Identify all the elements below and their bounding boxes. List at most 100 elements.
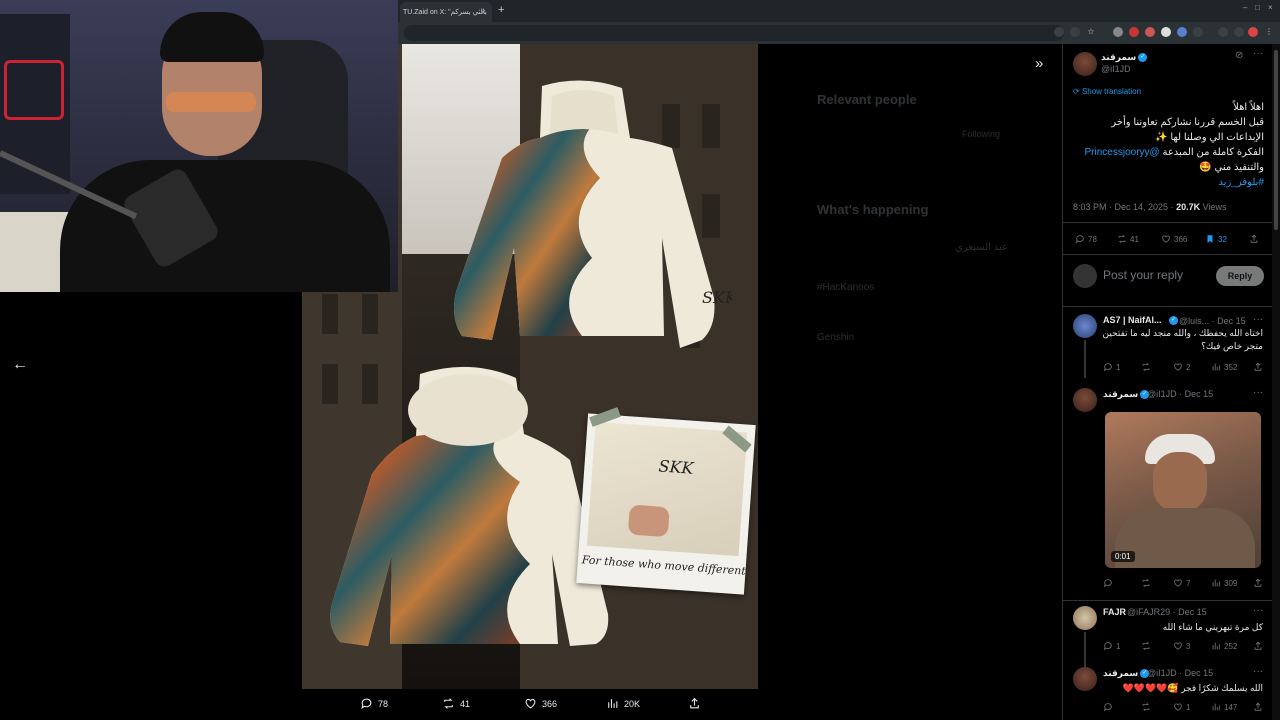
reply-video[interactable]: 0:01 (1105, 412, 1261, 568)
hoodie-person (60, 160, 390, 292)
maximize-icon[interactable]: □ (1255, 3, 1260, 12)
reply-input[interactable]: Post your reply (1103, 268, 1183, 282)
repost-action[interactable]: 41 (442, 697, 470, 710)
share-stat[interactable] (1253, 641, 1263, 651)
reply-stat[interactable]: 1 (1103, 641, 1120, 651)
views-stat[interactable]: 252 (1211, 641, 1237, 651)
extension-icon[interactable] (1113, 27, 1123, 37)
reply-author[interactable]: AS7 | NaifAl... (1103, 315, 1162, 325)
puzzle-icon[interactable] (1193, 27, 1203, 37)
close-tab-icon[interactable]: × (481, 7, 486, 17)
browser-tab[interactable]: TU.Zaid on X: "بالثي بسركم × (400, 2, 492, 22)
share-stat[interactable] (1253, 362, 1263, 372)
reply-stat[interactable] (1103, 578, 1113, 588)
like-action[interactable]: 366 (524, 697, 557, 710)
repost-stat[interactable] (1141, 702, 1151, 712)
reply-avatar[interactable] (1073, 388, 1097, 412)
close-window-icon[interactable]: × (1268, 3, 1273, 12)
relevant-people-heading: Relevant people (817, 92, 917, 107)
like-stat[interactable]: 7 (1173, 578, 1190, 588)
views-stat-count: 309 (1224, 578, 1238, 588)
tweet-timestamp[interactable]: 8:03 PM · Dec 14, 2025 · (1073, 202, 1176, 212)
tweet-line: الإبداعات الي وصلنا لها ✨ (1155, 132, 1264, 143)
reply-handle[interactable]: @iI1JD · Dec 15 (1147, 668, 1213, 678)
thread-line (1084, 632, 1086, 668)
reply-stat[interactable]: 1 (1103, 362, 1120, 372)
grok-icon[interactable]: ⊘ (1235, 50, 1243, 61)
hashtag-link[interactable]: #بلوفر_زيد (1071, 175, 1264, 190)
following-button[interactable]: Following (962, 129, 1000, 139)
reply-handle-text: @iI1JD (1147, 389, 1177, 399)
views-stat[interactable]: 352 (1211, 362, 1237, 372)
like-stat[interactable]: 1 (1173, 702, 1190, 712)
repost-stat[interactable] (1141, 362, 1151, 372)
reply-author[interactable]: FAJR (1103, 607, 1126, 617)
share-icon (1254, 362, 1262, 371)
reply-handle[interactable]: @iI1JD · Dec 15 (1147, 389, 1213, 399)
browser-tab-bar: TU.Zaid on X: "بالثي بسركم × + – □ × (398, 0, 1280, 22)
cast-icon[interactable] (1054, 27, 1064, 37)
bookmark-stat[interactable]: 32 (1205, 234, 1227, 244)
reply-icon (1104, 363, 1112, 372)
views-stat[interactable]: 147 (1211, 702, 1237, 712)
downloads-icon[interactable] (1218, 27, 1228, 37)
like-stat[interactable]: 366 (1161, 234, 1187, 244)
heart-icon (1174, 579, 1182, 587)
more-options-icon[interactable]: ··· (1253, 666, 1263, 677)
mention-link[interactable]: @Princessjooryy (1085, 147, 1160, 158)
more-options-icon[interactable]: ··· (1253, 387, 1263, 398)
reply-button[interactable]: Reply (1216, 266, 1264, 286)
share-stat[interactable] (1249, 234, 1259, 244)
repost-stat[interactable] (1141, 578, 1151, 588)
reply-author[interactable]: سمرقند ✓ (1103, 668, 1151, 679)
extension-icon[interactable] (1177, 27, 1187, 37)
extension-icon[interactable] (1161, 27, 1171, 37)
trend-item[interactable]: Genshin (817, 332, 854, 343)
back-arrow-icon[interactable]: ← (12, 356, 28, 374)
profile-avatar[interactable] (1248, 27, 1258, 37)
show-translation-text: Show translation (1081, 87, 1142, 96)
minimize-icon[interactable]: – (1243, 3, 1247, 12)
star-icon[interactable]: ☆ (1086, 27, 1096, 37)
share-action[interactable] (688, 697, 701, 710)
divider (1063, 254, 1273, 255)
extension-icon[interactable] (1145, 27, 1155, 37)
more-options-icon[interactable]: ··· (1253, 48, 1263, 59)
more-options-icon[interactable]: ··· (1253, 605, 1263, 616)
reply-avatar[interactable] (1073, 667, 1097, 691)
views-action[interactable]: 20K (606, 697, 640, 710)
share-stat[interactable] (1253, 702, 1263, 712)
share-stat[interactable] (1253, 578, 1263, 588)
menu-icon[interactable]: ⋮ (1264, 27, 1274, 37)
reply-author[interactable]: سمرقند ✓ (1103, 389, 1151, 400)
author-avatar[interactable] (1073, 52, 1097, 76)
address-bar[interactable] (404, 25, 1064, 41)
polaroid-card: SKK For those who move different (576, 413, 756, 595)
author-handle[interactable]: @iI1JD (1101, 64, 1131, 74)
extension-icon[interactable] (1129, 27, 1139, 37)
scrollbar-thumb[interactable] (1274, 50, 1278, 230)
reply-action[interactable]: 78 (360, 697, 388, 710)
author-name[interactable]: سمرقند ✓ (1101, 52, 1149, 63)
more-options-icon[interactable]: ··· (1253, 314, 1263, 325)
trend-item[interactable]: #HacKanoos (817, 282, 874, 293)
reply-avatar[interactable] (1073, 606, 1097, 630)
reply-avatar[interactable] (1073, 314, 1097, 338)
like-stat[interactable]: 2 (1173, 362, 1190, 372)
like-stat[interactable]: 3 (1173, 641, 1190, 651)
reply-handle[interactable]: @iFAJR29 · Dec 15 (1127, 607, 1207, 617)
reply-stat[interactable] (1103, 702, 1113, 712)
reply-stat[interactable]: 78 (1075, 234, 1097, 244)
sidepanel-icon[interactable] (1234, 27, 1244, 37)
reply-text: كل مرة تبهريني ما شاء الله (1162, 622, 1263, 632)
show-translation-link[interactable]: ⟳ Show translation (1073, 87, 1141, 96)
new-tab-button[interactable]: + (498, 4, 504, 16)
zoom-icon[interactable] (1070, 27, 1080, 37)
repost-stat[interactable] (1141, 641, 1151, 651)
views-icon (1212, 363, 1220, 371)
repost-stat[interactable]: 41 (1117, 234, 1139, 244)
expand-icon[interactable]: » (1035, 55, 1043, 72)
trend-item[interactable]: عيد السبعري (955, 242, 1008, 253)
reply-handle[interactable]: @luis... · Dec 15 (1179, 316, 1246, 326)
views-stat[interactable]: 309 (1211, 578, 1237, 588)
